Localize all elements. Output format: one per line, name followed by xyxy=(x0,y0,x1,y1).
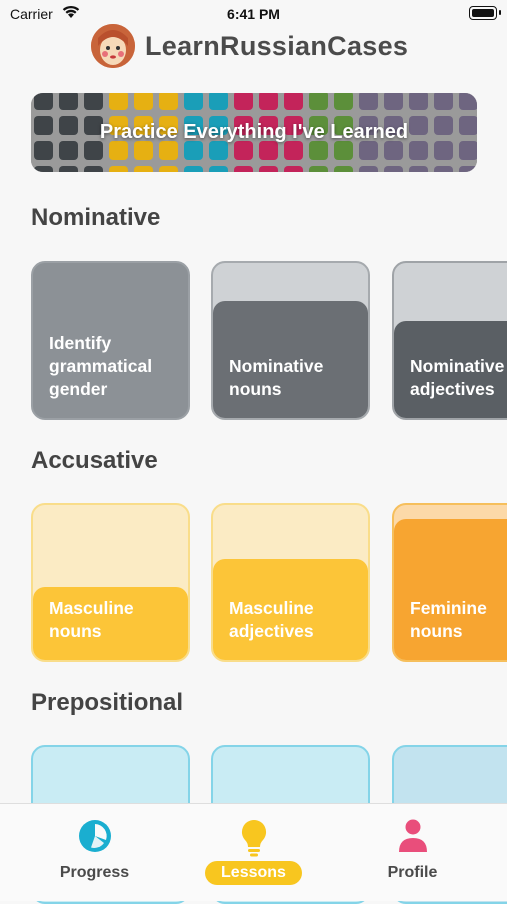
tab-label: Profile xyxy=(387,864,438,881)
lesson-card-label: Feminine nouns xyxy=(410,598,487,641)
lesson-card-feminine-nouns[interactable]: Feminine nouns xyxy=(392,503,507,662)
lesson-card-identify-gender[interactable]: Identify grammatical gender xyxy=(31,261,190,420)
lesson-card-label: Identify grammatical gender xyxy=(49,333,153,399)
lesson-card-masculine-adjectives[interactable]: Masculine adjectives xyxy=(211,503,370,662)
tab-bar: Progress Lessons Profile xyxy=(0,803,507,901)
lesson-card-label: Masculine adjectives xyxy=(229,598,314,641)
person-icon xyxy=(397,818,429,859)
lightbulb-icon xyxy=(239,818,269,863)
practice-everything-button[interactable]: Practice Everything I've Learned xyxy=(31,93,477,172)
tab-label: Progress xyxy=(59,864,130,881)
tab-progress[interactable]: Progress xyxy=(10,804,179,901)
lesson-card-label: Nominative adjectives xyxy=(410,356,505,399)
clock: 6:41 PM xyxy=(227,6,280,22)
matryoshka-avatar-icon[interactable] xyxy=(91,24,135,68)
section-title-prepositional: Prepositional xyxy=(31,689,184,716)
app-header: LearnRussianCases xyxy=(0,24,507,72)
lesson-card-label: Masculine nouns xyxy=(49,598,134,641)
lesson-card-nominative-nouns[interactable]: Nominative nouns xyxy=(211,261,370,420)
tab-lessons[interactable]: Lessons xyxy=(169,804,338,901)
section-title-nominative: Nominative xyxy=(31,204,161,231)
battery-icon xyxy=(469,6,501,20)
pie-chart-icon xyxy=(77,818,113,859)
section-title-accusative: Accusative xyxy=(31,447,158,474)
app-title: LearnRussianCases xyxy=(145,31,409,61)
lesson-card-nominative-adjectives[interactable]: Nominative adjectives xyxy=(392,261,507,420)
lesson-card-label: Nominative nouns xyxy=(229,356,324,399)
tab-label: Lessons xyxy=(169,861,338,885)
tab-profile[interactable]: Profile xyxy=(328,804,497,901)
lesson-card-masculine-nouns[interactable]: Masculine nouns xyxy=(31,503,190,662)
banner-label: Practice Everything I've Learned xyxy=(99,121,409,143)
